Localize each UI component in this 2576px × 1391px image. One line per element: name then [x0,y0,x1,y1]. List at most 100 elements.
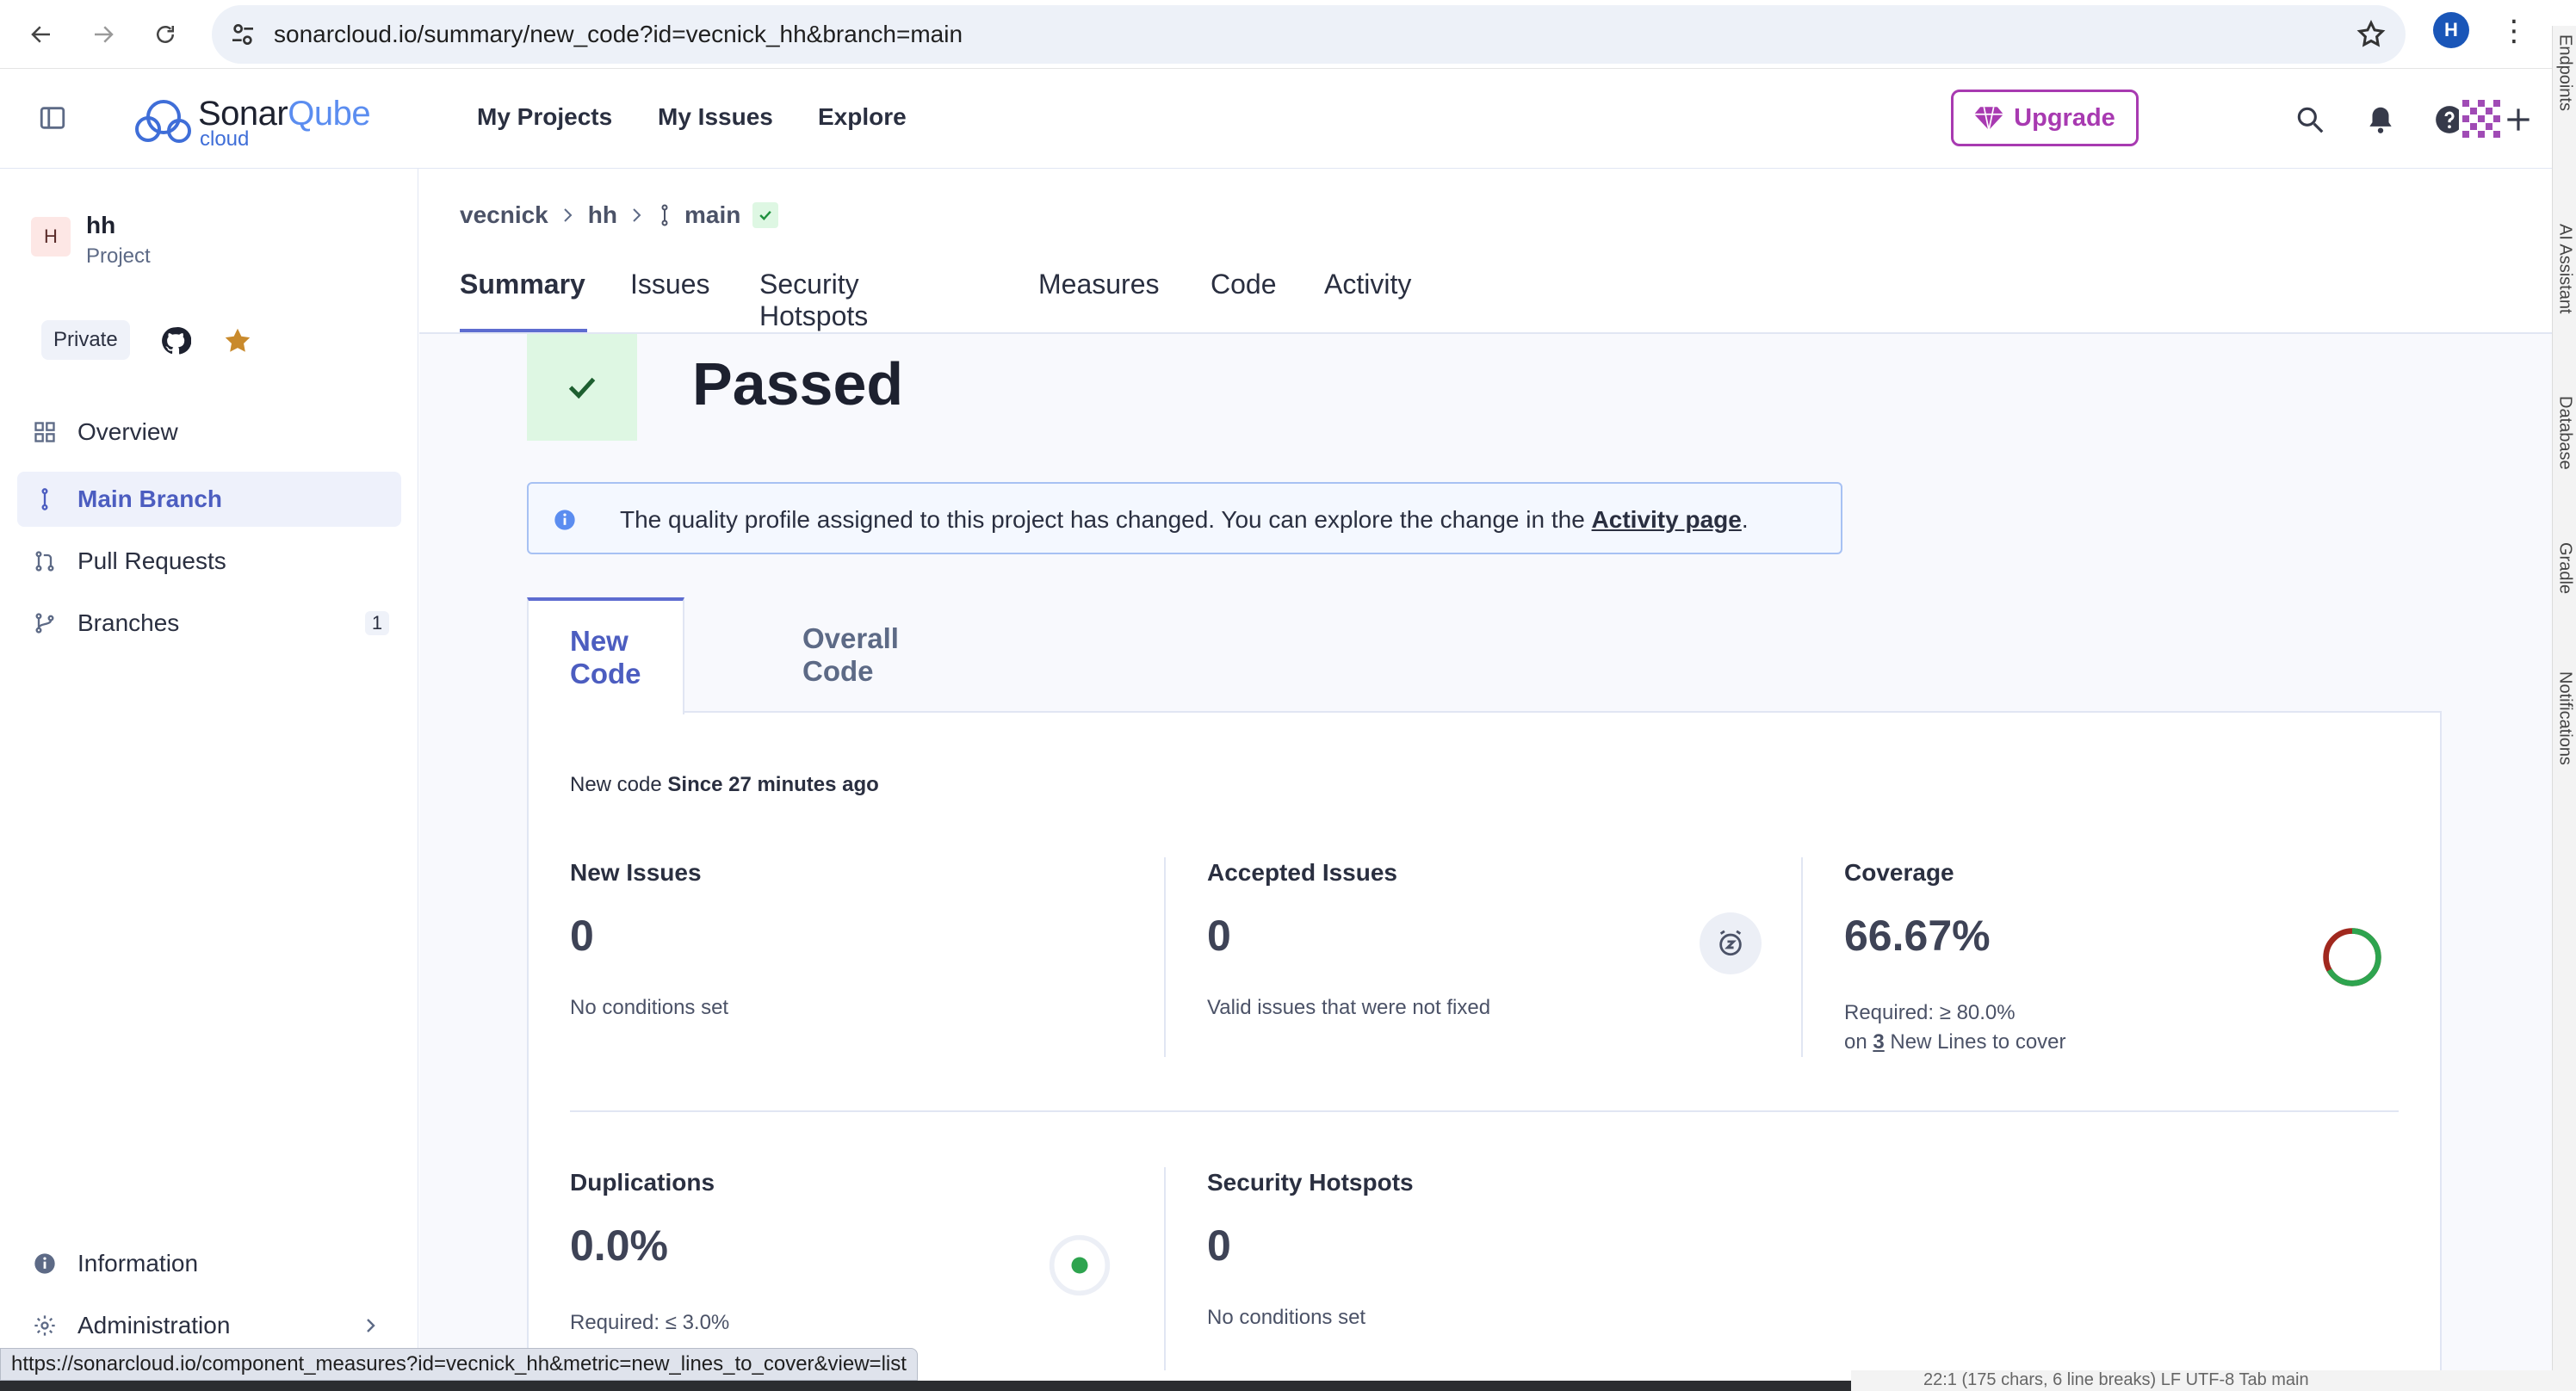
coverage-required: Required: ≥ 80.0% [1844,1001,2016,1024]
breadcrumb-org[interactable]: vecnick [460,201,548,229]
quality-profile-notice: The quality profile assigned to this pro… [527,482,1842,554]
git-branch-icon [35,613,54,634]
tool-endpoints[interactable]: Endpoints [2553,34,2576,111]
tab-measures[interactable]: Measures [1038,263,1160,332]
metric-divider [1164,857,1166,1057]
plus-icon[interactable] [2502,103,2535,136]
tool-ai-assistant[interactable]: AI Assistant [2553,224,2576,314]
sidebar-toggle-icon[interactable] [38,103,67,133]
new-code-prefix: New code [570,773,662,796]
brand-accent: Qube [288,95,371,133]
sidebar-item-main-branch[interactable]: Main Branch [17,472,401,527]
duplications-required: Required: ≤ 3.0% [570,1311,730,1334]
sidebar-item-label: Pull Requests [77,547,226,574]
breadcrumb-branch[interactable]: main [684,201,740,229]
profile-avatar[interactable]: H [2433,12,2469,48]
new-issues-value[interactable]: 0 [570,911,594,961]
sidebar-item-pull-requests[interactable]: Pull Requests [17,534,401,589]
tool-gradle[interactable]: Gradle [2553,542,2576,594]
grid-icon [34,422,55,442]
forward-icon[interactable] [81,12,126,57]
coverage-on: on [1844,1030,1867,1054]
upgrade-label: Upgrade [2014,103,2115,132]
more-menu-icon[interactable]: ⋮ [2497,12,2531,50]
new-issues-label: New Issues [570,859,702,886]
accepted-issues-value[interactable]: 0 [1207,911,1231,961]
search-icon[interactable] [2294,103,2326,136]
visibility-badge: Private [41,320,130,360]
metric-divider [1164,1167,1166,1370]
sidebar-item-overview[interactable]: Overview [17,405,401,460]
tabs-divider [419,332,2552,334]
branches-count-badge: 1 [365,611,389,635]
sidebar-item-label: Information [77,1250,199,1277]
duplications-indicator [1049,1234,1111,1296]
ide-tool-strip: Endpoints AI Assistant Database Gradle N… [2552,26,2576,1391]
passed-check-icon [527,334,637,441]
project-sidebar: H hh Project Private Overview Main Branc… [0,169,418,1391]
new-lines-to-cover-link[interactable]: 3 [1873,1030,1884,1054]
coverage-value[interactable]: 66.67% [1844,911,1991,961]
project-name: hh [86,212,116,238]
info-icon [554,510,575,530]
tab-summary[interactable]: Summary [460,263,587,332]
sidebar-item-label: Overview [77,418,178,445]
tab-issues[interactable]: Issues [630,263,709,332]
reload-icon[interactable] [143,12,188,57]
breadcrumb-project[interactable]: hh [588,201,617,229]
github-icon[interactable] [160,325,191,356]
activity-page-link[interactable]: Activity page [1592,506,1742,533]
site-settings-icon[interactable] [229,21,257,48]
coverage-lines: on 3 New Lines to cover [1844,1028,2066,1057]
tab-security-hotspots[interactable]: Security Hotspots [759,263,868,332]
tool-notifications[interactable]: Notifications [2553,671,2576,765]
new-code-period: New code Since 27 minutes ago [570,773,879,797]
metric-divider [1801,857,1803,1057]
coverage-label: Coverage [1844,859,1954,886]
address-bar[interactable]: sonarcloud.io/summary/new_code?id=vecnic… [212,5,2406,64]
nav-my-projects[interactable]: My Projects [477,103,612,131]
sidebar-item-administration[interactable]: Administration [17,1298,401,1353]
security-hotspots-label: Security Hotspots [1207,1169,1414,1196]
nav-my-issues[interactable]: My Issues [658,103,773,131]
new-issues-sub: No conditions set [570,996,729,1019]
sidebar-item-label: Branches [77,609,180,636]
sidebar-item-label: Main Branch [77,485,223,512]
tab-new-code[interactable]: New Code [527,597,684,714]
security-hotspots-value[interactable]: 0 [1207,1221,1231,1270]
coverage-lines-suffix: New Lines to cover [1890,1030,2066,1054]
duplications-value[interactable]: 0.0% [570,1221,668,1270]
favorite-star-icon[interactable] [222,325,253,356]
bell-icon[interactable] [2364,103,2397,136]
sonarqube-logo[interactable]: SonarQube cloud [131,93,398,151]
notice-end: . [1741,506,1749,533]
coverage-donut [2323,928,2381,986]
diamond-icon [1974,107,2004,131]
sidebar-item-information[interactable]: Information [17,1236,401,1291]
upgrade-button[interactable]: Upgrade [1951,90,2139,146]
user-avatar[interactable] [2459,96,2504,141]
branch-status-check-icon [752,202,779,228]
branch-icon [41,488,48,510]
chevron-right-icon [633,208,641,222]
link-preview: https://sonarcloud.io/component_measures… [0,1348,918,1381]
back-icon[interactable] [19,12,64,57]
sidebar-item-label: Administration [77,1312,231,1338]
app-header: SonarQube cloud My Projects My Issues Ex… [0,69,2552,169]
tool-database[interactable]: Database [2553,396,2576,470]
row-divider [570,1110,2399,1112]
tab-activity[interactable]: Activity [1324,263,1411,332]
pull-request-icon [35,551,54,572]
project-avatar: H [31,217,71,257]
brand-sub: cloud [200,127,250,151]
bookmark-star-icon[interactable] [2356,19,2387,50]
nav-explore[interactable]: Explore [818,103,907,131]
gear-icon [34,1315,55,1336]
tab-code[interactable]: Code [1211,263,1277,332]
security-hotspots-sub: No conditions set [1207,1306,1366,1329]
tab-overall-code[interactable]: Overall Code [794,597,907,713]
url-text[interactable]: sonarcloud.io/summary/new_code?id=vecnic… [274,21,963,48]
ide-status-bar: 22:1 (175 chars, 6 line breaks) LF UTF-8… [1851,1370,2576,1391]
sidebar-item-branches[interactable]: Branches 1 [17,596,401,651]
notice-text: The quality profile assigned to this pro… [620,506,1592,533]
